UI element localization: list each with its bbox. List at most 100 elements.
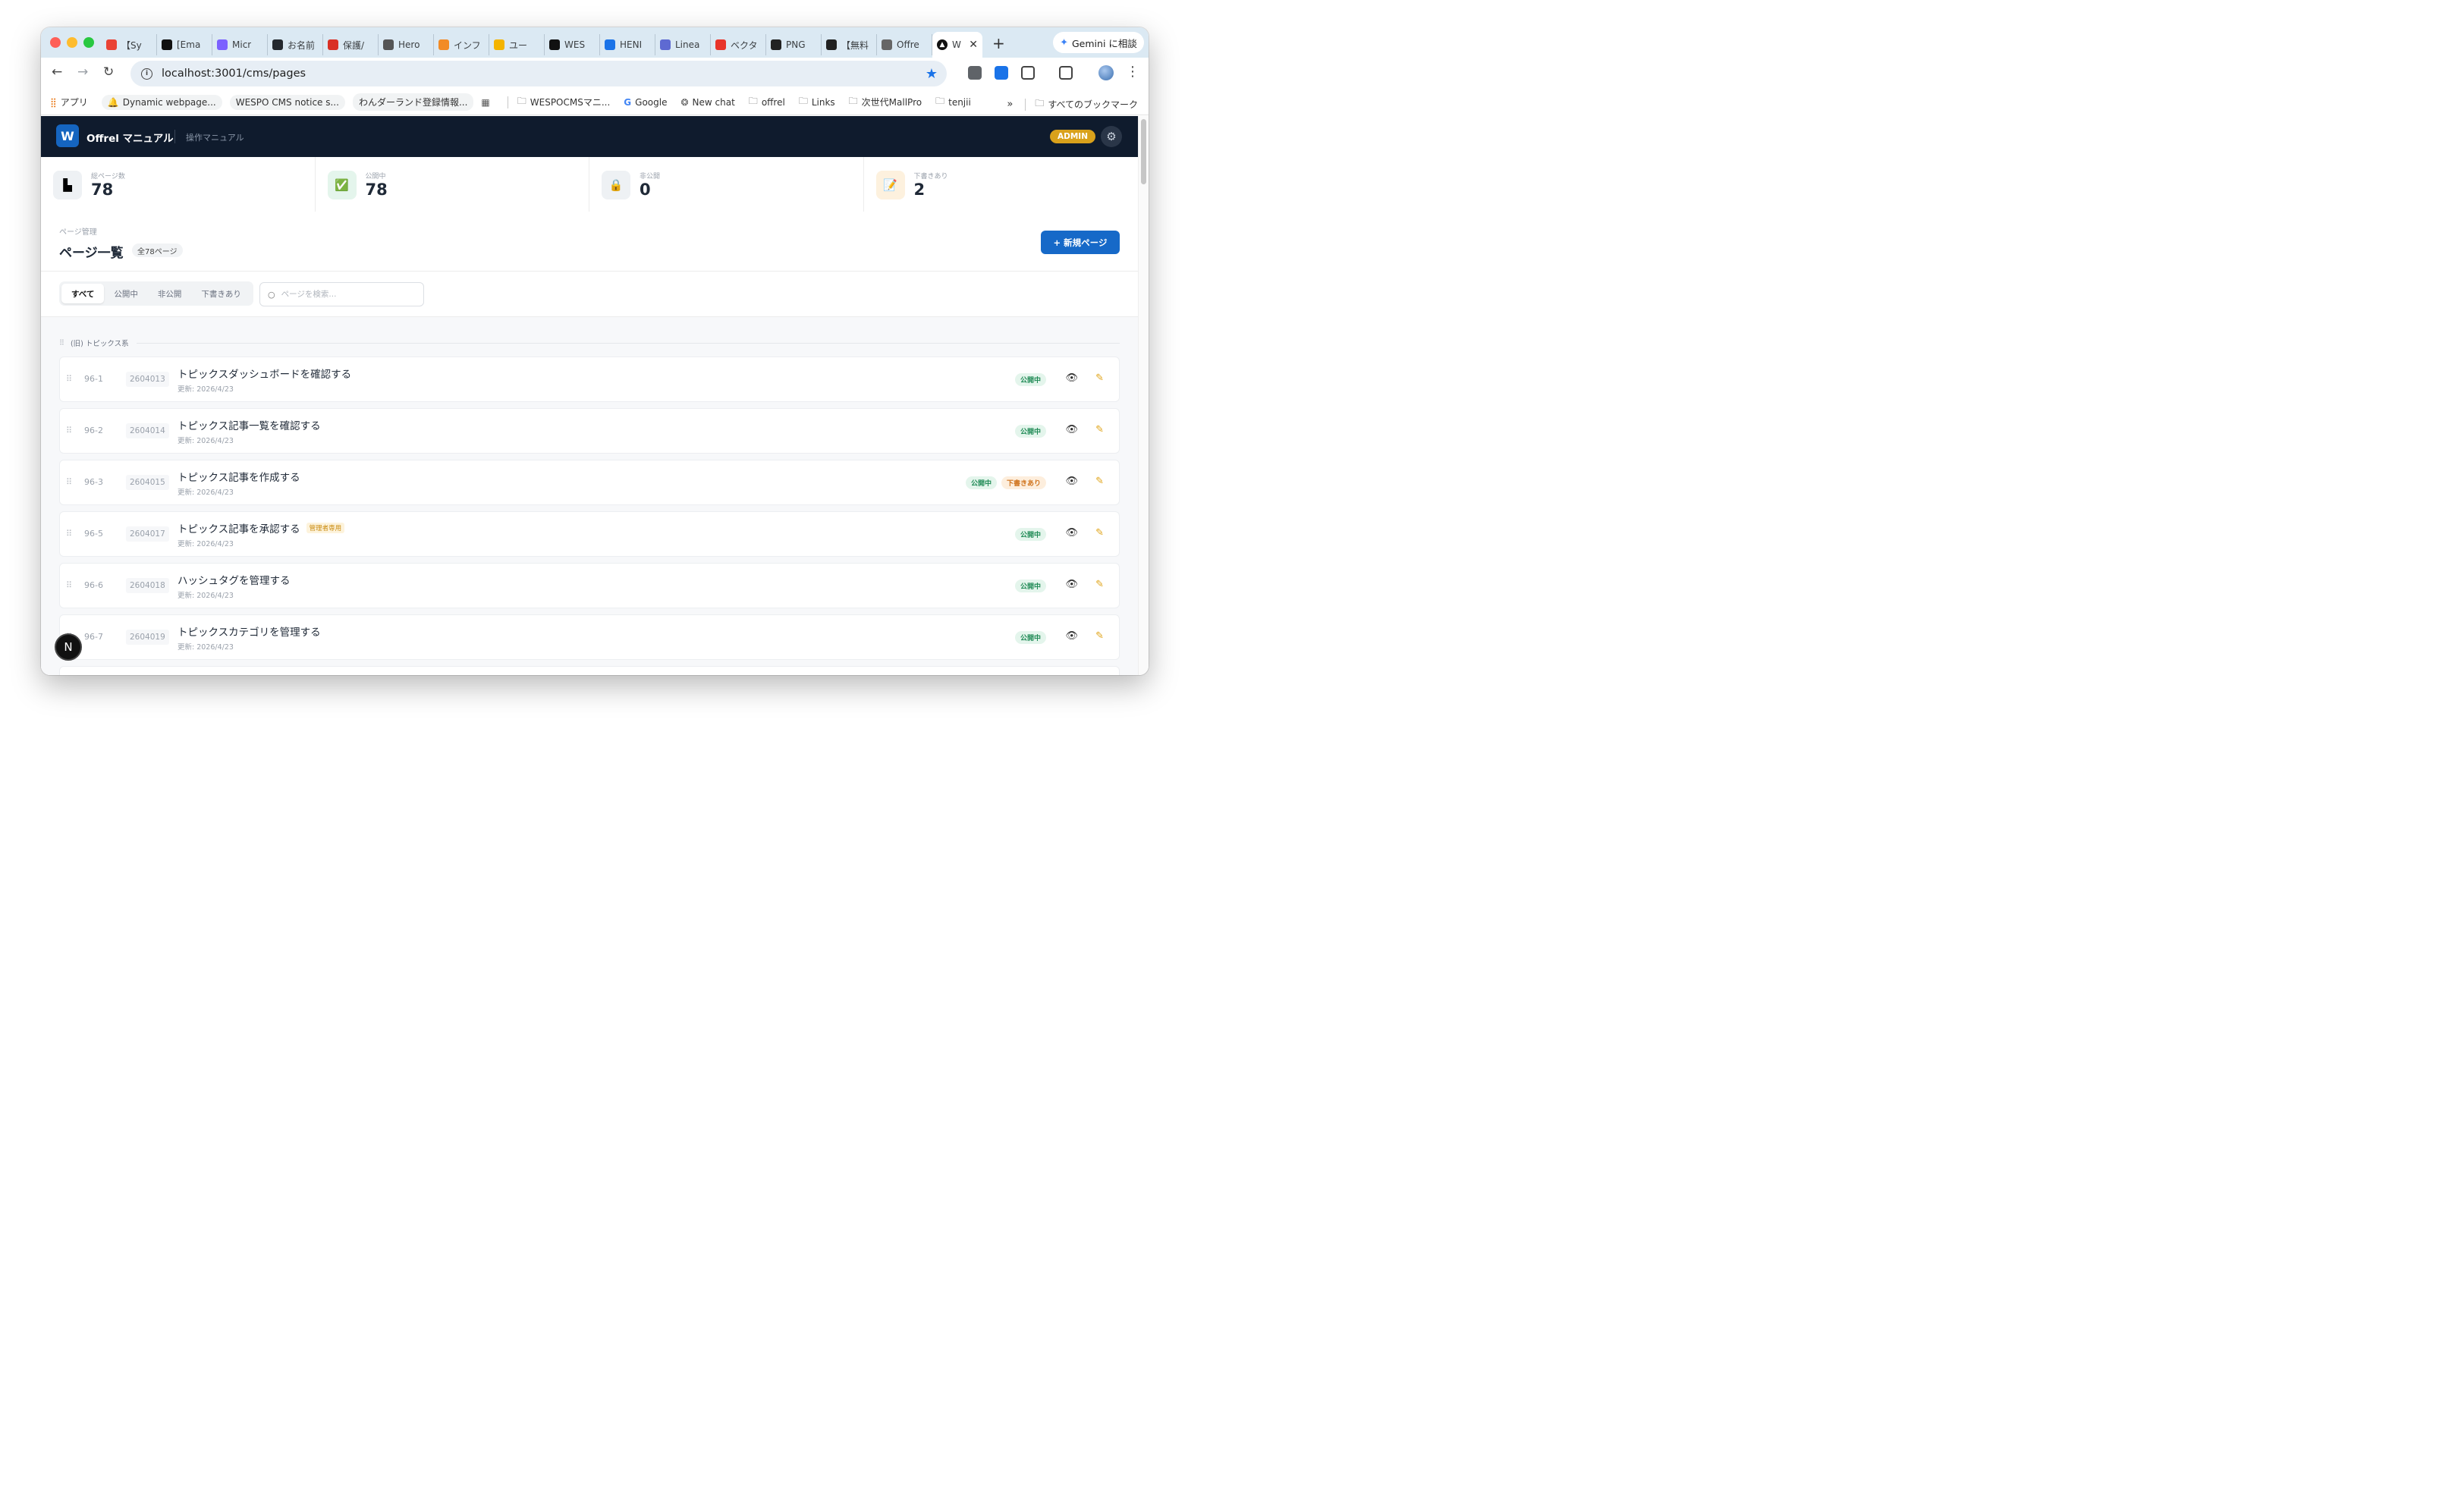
browser-tab[interactable]: WES [545, 34, 600, 55]
gear-icon[interactable]: ⚙ [1101, 126, 1122, 147]
gemini-button[interactable]: ✦ Gemini に相談 [1053, 32, 1144, 53]
page-title-cell[interactable]: トピックスカテゴリを管理する [178, 624, 321, 639]
drag-handle-icon[interactable]: ⠿ [59, 339, 64, 347]
browser-tab[interactable]: 【無料 [822, 34, 877, 55]
tab-label: 【Sy [121, 39, 142, 51]
page-count-pill: 全78ページ [132, 243, 183, 257]
nextjs-dev-button[interactable]: N [55, 633, 82, 661]
bookmark-item[interactable]: わんダーランド登録情報... [352, 93, 474, 111]
tab-search-icon[interactable] [1059, 66, 1073, 80]
cms-app: W Offrel マニュアル 操作マニュアル ADMIN ⚙ ▙ 総ページ数 78 ✅… [41, 116, 1138, 675]
eye-icon[interactable]: 👁 [1065, 579, 1078, 590]
bookmark-item[interactable]: 🗀 tenjii [935, 94, 971, 110]
extension-sync-icon[interactable] [995, 66, 1008, 80]
browser-tab[interactable]: PNG [766, 34, 822, 55]
search-input[interactable] [281, 290, 410, 299]
bookmark-item[interactable]: ⣿ アプリ [50, 96, 88, 108]
minimize-window-button[interactable] [67, 37, 77, 48]
bookmark-item[interactable]: G Google [624, 97, 667, 108]
pencil-icon[interactable]: ✎ [1095, 527, 1104, 539]
page-title-cell[interactable]: トピックス記事一覧を確認する [178, 417, 321, 432]
bookmark-item[interactable]: 🗀 offrel [749, 94, 785, 110]
group-header[interactable]: ⠿ (旧) トピックス系 [59, 337, 1120, 349]
page-title-cell[interactable]: トピックスダッシュボードを確認する [178, 366, 351, 381]
site-info-icon[interactable]: i [141, 68, 152, 80]
eye-icon[interactable]: 👁 [1065, 372, 1078, 384]
drag-handle-icon[interactable]: ⠿ [66, 426, 72, 435]
app-logo[interactable]: W [56, 124, 79, 147]
page-row[interactable]: ⠿ 96-5 2604017 トピックス記事を承認する 管理者専用 更新: 2026/4/… [59, 511, 1120, 557]
reload-icon[interactable]: ↻ [103, 64, 114, 80]
more-menu-icon[interactable]: ⋮ [1126, 64, 1139, 80]
page-row[interactable]: ⠿ 96-2 2604014 トピックス記事一覧を確認する 更新: 2026/4/23 公… [59, 408, 1120, 454]
browser-tab[interactable]: HENI [600, 34, 655, 55]
browser-tab[interactable]: Linea [655, 34, 711, 55]
memo-icon: 📝 [875, 171, 905, 199]
pencil-icon[interactable]: ✎ [1095, 630, 1104, 642]
page-code: 2604017 [126, 526, 169, 542]
bookmark-item[interactable]: 🔔 Dynamic webpage... [101, 94, 222, 110]
back-arrow-icon[interactable]: ← [52, 64, 62, 80]
eye-icon[interactable]: 👁 [1065, 527, 1078, 539]
browser-tab[interactable]: Offre [877, 34, 932, 55]
filter-tab[interactable]: 非公開 [148, 284, 192, 303]
active-browser-tab[interactable]: ▲ W ✕ [932, 32, 982, 58]
browser-tab[interactable]: [Ema [157, 34, 212, 55]
scrollbar[interactable] [1138, 116, 1149, 675]
new-tab-button[interactable]: + [992, 34, 1005, 52]
drag-handle-icon[interactable]: ⠿ [66, 580, 72, 590]
bookmark-item[interactable]: 🗀 WESPOCMSマニ... [517, 94, 611, 110]
drag-handle-icon[interactable]: ⠿ [66, 529, 72, 539]
profile-avatar[interactable] [1098, 65, 1114, 80]
scrollbar-thumb[interactable] [1141, 119, 1146, 184]
forward-arrow-icon[interactable]: → [77, 64, 88, 80]
admin-only-badge: 管理者専用 [306, 523, 345, 533]
page-row[interactable]: ⠿ 96-6 2604018 ハッシュタグを管理する 更新: 2026/4/23 公開中 👁… [59, 563, 1120, 608]
filter-tab[interactable]: 下書きあり [191, 284, 251, 303]
filter-tab[interactable]: 公開中 [104, 284, 148, 303]
close-window-button[interactable] [50, 37, 61, 48]
pencil-icon[interactable]: ✎ [1095, 476, 1104, 487]
puzzle-icon[interactable] [1021, 66, 1035, 80]
chevron-double-right-icon[interactable]: » [1007, 99, 1013, 110]
filter-tab[interactable]: すべて [61, 284, 105, 303]
browser-tab[interactable]: ユー [489, 34, 545, 55]
maximize-window-button[interactable] [83, 37, 94, 48]
page-title-cell[interactable]: ハッシュタグを管理する [178, 572, 291, 587]
page-row[interactable]: ⠿ 96-1 2604013 トピックスダッシュボードを確認する 更新: 2026/4/… [59, 357, 1120, 402]
address-bar[interactable]: i localhost:3001/cms/pages ★ [130, 61, 947, 86]
bookmark-item[interactable]: ▦ [481, 97, 493, 108]
bookmark-item[interactable]: 🗀 Links [799, 94, 835, 110]
drag-handle-icon[interactable]: ⠿ [66, 477, 72, 487]
page-row[interactable]: ⠿ 96-3 2604015 トピックス記事を作成する 更新: 2026/4/23 公開中… [59, 460, 1120, 505]
browser-tab[interactable]: Micr [212, 34, 268, 55]
browser-tab[interactable]: お名前 [268, 34, 323, 55]
page-title-cell[interactable]: トピックス記事を承認する 管理者専用 [178, 520, 345, 536]
browser-tab[interactable]: 保護/ [323, 34, 379, 55]
browser-tab[interactable]: ベクタ [711, 34, 766, 55]
bookmark-item[interactable]: WESPO CMS notice s... [229, 94, 345, 110]
new-page-button[interactable]: + 新規ページ [1041, 231, 1120, 254]
page-title-cell[interactable]: トピックス記事を作成する [178, 469, 300, 484]
bookmark-star-icon[interactable]: ★ [926, 66, 938, 82]
eye-icon[interactable]: 👁 [1065, 424, 1078, 435]
pencil-icon[interactable]: ✎ [1095, 372, 1104, 384]
page-row[interactable]: ⠿96-72604019トピックスカテゴリを管理する更新: 2026/4/23公… [59, 614, 1120, 660]
stat-value: 78 [365, 181, 388, 199]
browser-tab[interactable]: インフ [434, 34, 489, 55]
eye-icon[interactable]: 👁 [1065, 630, 1078, 642]
pencil-icon[interactable]: ✎ [1095, 579, 1104, 590]
all-bookmarks-folder[interactable]: 🗀 すべてのブックマーク [1035, 96, 1138, 112]
browser-tab[interactable]: Hero [379, 34, 434, 55]
page-list: ⠿ (旧) トピックス系 ⠿ 96-1 2604013 トピックスダッシュボードを確認… [41, 317, 1138, 675]
browser-window: 【Sy [Ema Micr お名前 保護/Hero インフ ユー WES HENI Linea ベク… [41, 27, 1149, 675]
extension-icon[interactable] [968, 66, 982, 80]
page-row[interactable] [59, 666, 1120, 675]
pencil-icon[interactable]: ✎ [1095, 424, 1104, 435]
browser-tab[interactable]: 【Sy [102, 34, 157, 55]
close-tab-icon[interactable]: ✕ [969, 39, 978, 51]
bookmark-item[interactable]: 🗀 次世代MallPro [849, 94, 922, 110]
bookmark-item[interactable]: ❂ New chat [680, 97, 734, 108]
drag-handle-icon[interactable]: ⠿ [66, 374, 72, 384]
eye-icon[interactable]: 👁 [1065, 476, 1078, 487]
